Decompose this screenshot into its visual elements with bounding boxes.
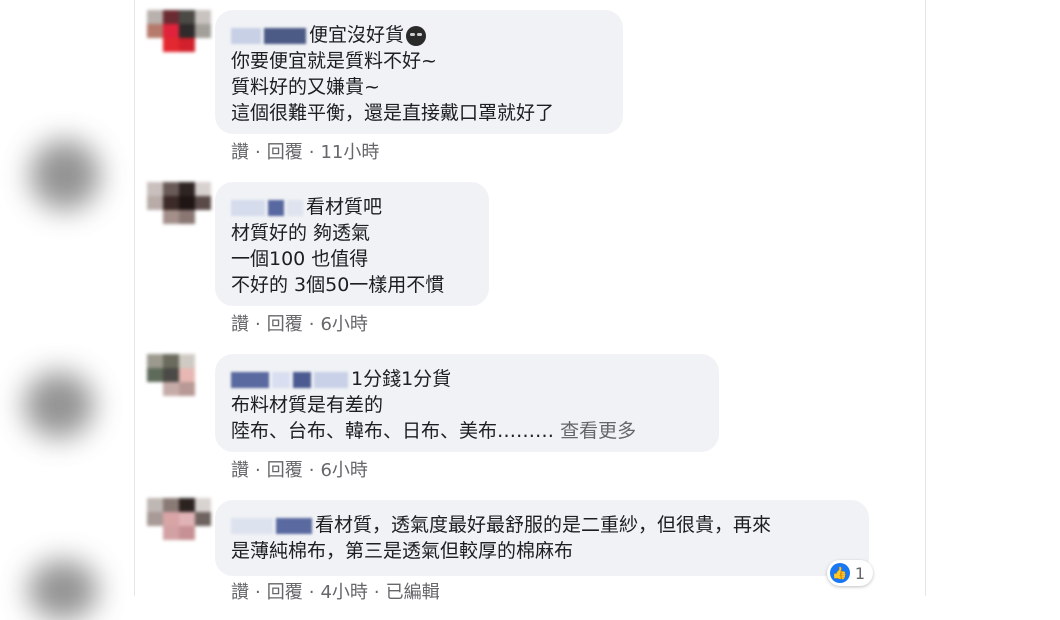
redacted-name — [276, 517, 312, 534]
like-link[interactable]: 讚 — [231, 578, 249, 604]
avatar[interactable] — [147, 354, 211, 410]
reaction-count[interactable]: 👍 1 — [826, 560, 873, 586]
commenter-name[interactable]: 1分錢1分貨 — [231, 366, 701, 392]
reply-link[interactable]: 回覆 — [267, 138, 303, 164]
comment-bubble: 看材質，透氣度最好最舒服的是二重紗，但很貴，再來 是薄純棉布，第三是透氣但較厚的… — [215, 500, 873, 586]
redacted-name — [231, 371, 269, 388]
comment-actions: 讚 · 回覆 · 11小時 — [231, 138, 379, 164]
commenter-name[interactable]: 看材質吧 — [231, 194, 471, 220]
comment-text: 你要便宜就是質料不好~ — [231, 50, 437, 72]
name-text: 便宜沒好貨 — [309, 24, 405, 46]
commenter-name[interactable]: 便宜沒好貨 — [231, 22, 605, 48]
comment-text: 不好的 3個50一樣用不慣 — [231, 274, 445, 296]
redacted-name — [272, 371, 290, 388]
redacted-name — [231, 199, 265, 216]
blurred-avatar — [30, 140, 100, 210]
separator: · — [373, 582, 380, 603]
comment-actions: 讚 · 回覆 · 4小時 · 已編輯 — [231, 578, 440, 604]
separator: · — [308, 460, 315, 481]
redacted-name — [268, 199, 284, 216]
separator: · — [308, 582, 315, 603]
name-text: 看材質，透氣度最好最舒服的是二重紗，但很貴，再來 — [315, 514, 772, 536]
comments-panel: 便宜沒好貨 你要便宜就是質料不好~ 質料好的又嫌貴~ 這個很難平衡，還是直接戴口… — [134, 0, 926, 603]
avatar[interactable] — [147, 10, 211, 66]
comment-bubble: 1分錢1分貨 布料材質是有差的 陸布、台布、韓布、日布、美布……… 查看更多 — [215, 354, 719, 452]
comment-text-truncated: 陸布、台布、韓布、日布、美布……… — [231, 420, 555, 442]
reaction-number: 1 — [854, 563, 865, 583]
comment-text: 布料材質是有差的 — [231, 394, 384, 416]
comment-text: 這個很難平衡，還是直接戴口罩就好了 — [231, 102, 555, 124]
comment-bubble: 便宜沒好貨 你要便宜就是質料不好~ 質料好的又嫌貴~ 這個很難平衡，還是直接戴口… — [215, 10, 623, 134]
timestamp[interactable]: 6小時 — [320, 456, 367, 482]
edited-label[interactable]: 已編輯 — [386, 578, 440, 604]
comment-text: 質料好的又嫌貴~ — [231, 76, 380, 98]
commenter-name[interactable]: 看材質，透氣度最好最舒服的是二重紗，但很貴，再來 — [231, 512, 851, 538]
reply-link[interactable]: 回覆 — [267, 310, 303, 336]
redacted-name — [314, 371, 348, 388]
separator: · — [255, 314, 261, 335]
timestamp[interactable]: 6小時 — [320, 310, 367, 336]
blurred-avatar — [24, 372, 94, 438]
timestamp[interactable]: 4小時 — [320, 578, 367, 604]
separator: · — [308, 142, 315, 163]
comment-actions: 讚 · 回覆 · 6小時 — [231, 310, 368, 336]
separator: · — [255, 460, 261, 481]
separator: · — [255, 582, 261, 603]
separator: · — [308, 314, 315, 335]
like-link[interactable]: 讚 — [231, 138, 249, 164]
avatar[interactable] — [147, 182, 211, 238]
like-link[interactable]: 讚 — [231, 456, 249, 482]
comment-actions: 讚 · 回覆 · 6小時 — [231, 456, 368, 482]
name-text: 1分錢1分貨 — [351, 368, 452, 390]
reply-link[interactable]: 回覆 — [267, 456, 303, 482]
redacted-name — [287, 199, 303, 216]
comment-text: 是薄純棉布，第三是透氣但較厚的棉麻布 — [231, 540, 574, 562]
redacted-name — [231, 517, 273, 534]
comment-text: 陸布、台布、韓布、日布、美布……… 查看更多 — [231, 418, 701, 444]
see-more-link[interactable]: 查看更多 — [560, 420, 636, 442]
thumbs-up-icon: 👍 — [829, 563, 850, 583]
separator: · — [255, 142, 261, 163]
comment-text: 一個100 也值得 — [231, 248, 369, 270]
name-text: 看材質吧 — [306, 196, 383, 218]
timestamp[interactable]: 11小時 — [320, 138, 379, 164]
redacted-name — [293, 371, 311, 388]
comment-bubble: 看材質吧 材質好的 夠透氣 一個100 也值得 不好的 3個50一樣用不慣 — [215, 182, 489, 306]
avatar[interactable] — [147, 498, 211, 554]
comment-text: 材質好的 夠透氣 — [231, 222, 371, 244]
redacted-name — [231, 27, 261, 44]
reply-link[interactable]: 回覆 — [267, 578, 303, 604]
black-face-emoji-icon — [406, 25, 427, 46]
like-link[interactable]: 讚 — [231, 310, 249, 336]
blurred-avatar — [28, 560, 98, 620]
redacted-name — [264, 27, 306, 44]
